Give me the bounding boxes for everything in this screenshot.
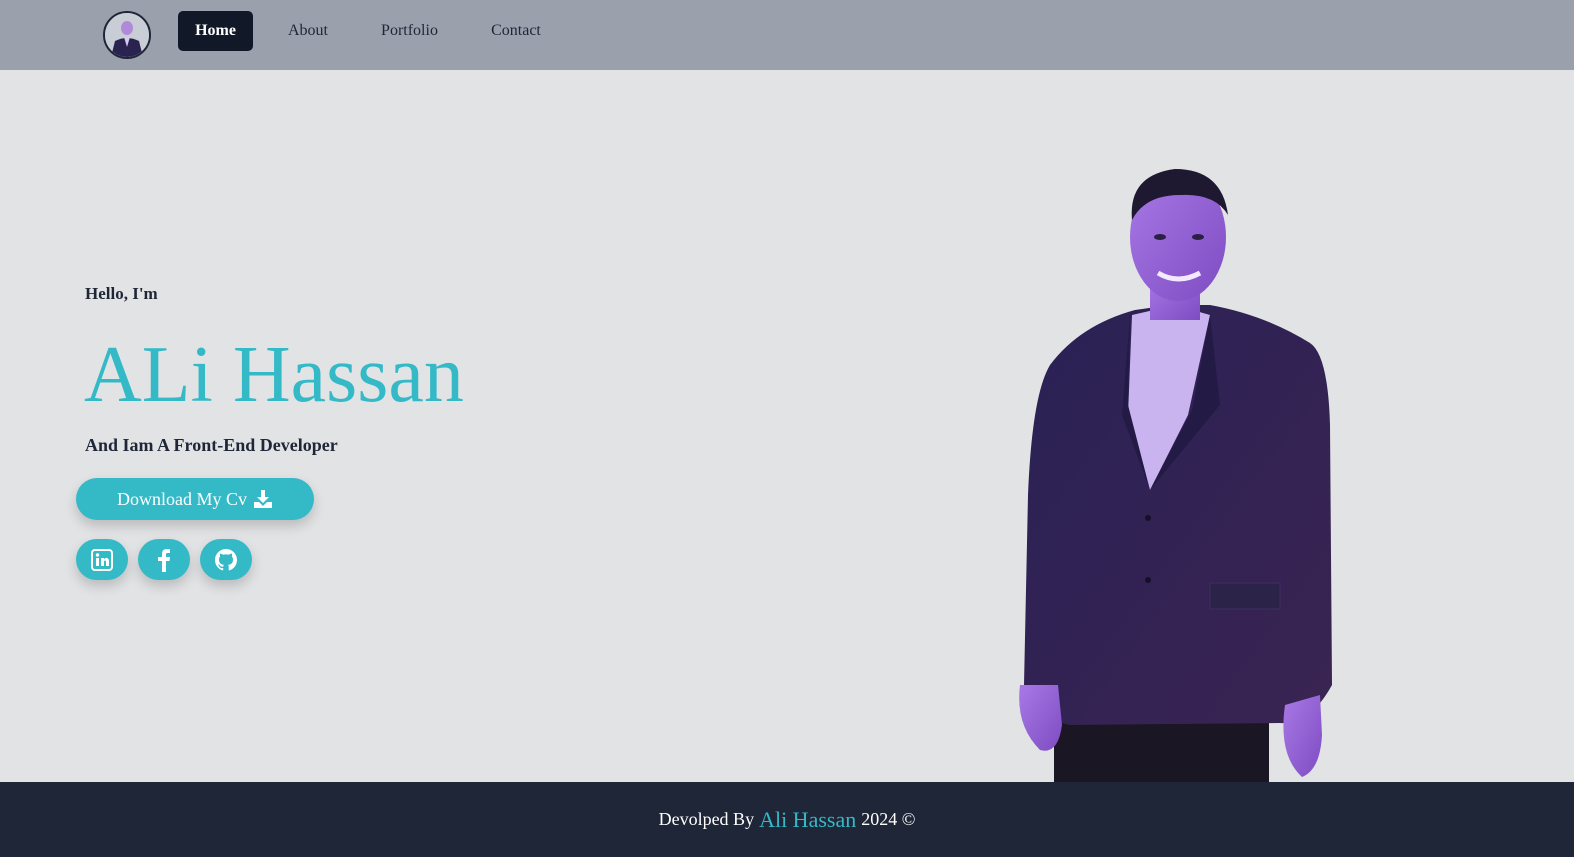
avatar[interactable] [103,11,151,59]
linkedin-icon [91,548,113,571]
download-icon [254,490,272,508]
footer-suffix: 2024 © [861,809,916,829]
portrait-image [1010,165,1350,782]
nav-about[interactable]: About [278,11,338,51]
nav-home[interactable]: Home [178,11,253,51]
profile-photo-icon [105,13,149,57]
footer-prefix: Devolped By [658,809,755,829]
linkedin-button[interactable] [76,539,128,580]
nav-contact[interactable]: Contact [482,11,550,51]
hero-tagline: And Iam A Front-End Developer [85,435,338,455]
facebook-button[interactable] [138,539,190,580]
hero-name: ALi Hassan [84,331,464,419]
hero-greeting: Hello, I'm [85,284,158,303]
facebook-icon [158,548,170,572]
github-icon [215,548,237,570]
download-cv-button[interactable]: Download My Cv [76,478,314,520]
navbar: Home About Portfolio Contact [0,0,1574,70]
download-cv-label: Download My Cv [117,488,247,509]
portrait-photo-icon [1019,169,1332,782]
nav-portfolio[interactable]: Portfolio [372,11,447,51]
footer-author: Ali Hassan [759,806,857,832]
footer: Devolped By Ali Hassan 2024 © [0,782,1574,857]
github-button[interactable] [200,539,252,580]
